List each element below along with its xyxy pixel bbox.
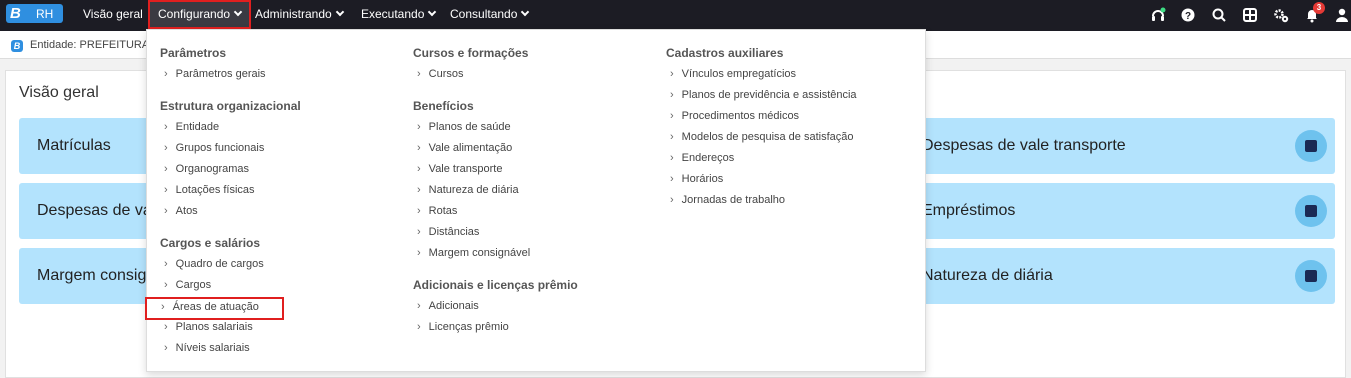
nav-label: Visão geral: [83, 7, 143, 21]
menu-item[interactable]: Rotas: [417, 205, 458, 217]
logo-label: RH: [36, 7, 54, 21]
top-navbar: B RH Visão geral Configurando Administra…: [0, 0, 1351, 31]
page-title: Visão geral: [19, 84, 99, 101]
menu-item[interactable]: Modelos de pesquisa de satisfação: [670, 131, 854, 143]
menu-item[interactable]: Quadro de cargos: [164, 258, 264, 270]
entity-label[interactable]: Entidade: PREFEITURA D: [30, 39, 160, 51]
menu-item[interactable]: Adicionais: [417, 300, 479, 312]
card-label: Despesas de vale transporte: [922, 137, 1126, 154]
menu-item[interactable]: Vale alimentação: [417, 142, 513, 154]
section-parametros: Parâmetros: [160, 46, 227, 60]
menu-item[interactable]: Horários: [670, 173, 724, 185]
settings-icon[interactable]: [1273, 7, 1289, 23]
menu-item[interactable]: Planos de previdência e assistência: [670, 89, 857, 101]
menu-item[interactable]: Organogramas: [164, 163, 249, 175]
app-logo[interactable]: B RH: [6, 4, 63, 23]
section-estrutura-organizacional: Estrutura organizacional: [160, 99, 301, 113]
section-cadastros-auxiliares: Cadastros auxiliares: [666, 46, 784, 60]
card-natureza-diaria[interactable]: Natureza de diária: [886, 248, 1335, 304]
user-icon[interactable]: [1334, 7, 1350, 23]
menu-item[interactable]: Procedimentos médicos: [670, 110, 799, 122]
menu-item[interactable]: Planos salariais: [164, 321, 253, 333]
section-cargos-salarios: Cargos e salários: [160, 236, 261, 250]
nav-label: Configurando: [158, 7, 231, 21]
menu-item[interactable]: Endereços: [670, 152, 735, 164]
chevron-down-icon: [335, 7, 344, 17]
card-emprestimos[interactable]: Empréstimos: [886, 183, 1335, 239]
notification-badge: 3: [1313, 2, 1325, 14]
nav-executando[interactable]: Executando: [361, 0, 437, 27]
nav-consultando[interactable]: Consultando: [450, 0, 530, 27]
apps-icon[interactable]: [1242, 7, 1258, 23]
bus-icon: [1295, 130, 1327, 162]
menu-item[interactable]: Cargos: [164, 279, 211, 291]
headset-icon[interactable]: [1150, 7, 1166, 23]
card-label: Empréstimos: [922, 202, 1016, 219]
money-icon: [1295, 195, 1327, 227]
section-adicionais-licencas: Adicionais e licenças prêmio: [413, 278, 578, 292]
nav-administrando[interactable]: Administrando: [255, 0, 344, 27]
section-cursos-formacoes: Cursos e formações: [413, 46, 529, 60]
chevron-down-icon: [428, 7, 437, 17]
menu-item[interactable]: Parâmetros gerais: [164, 68, 266, 80]
card-label: Natureza de diária: [922, 267, 1053, 284]
menu-item[interactable]: Vínculos empregatícios: [670, 68, 796, 80]
help-icon[interactable]: ?: [1180, 7, 1196, 23]
menu-item[interactable]: Jornadas de trabalho: [670, 194, 785, 206]
nav-label: Administrando: [255, 7, 332, 21]
building-icon: [1295, 260, 1327, 292]
configurando-dropdown: Parâmetros Parâmetros gerais Estrutura o…: [145, 29, 926, 372]
menu-item[interactable]: Cursos: [417, 68, 464, 80]
menu-item[interactable]: Níveis salariais: [164, 342, 250, 354]
card-label: Matrículas: [37, 137, 111, 154]
search-icon[interactable]: [1211, 7, 1227, 23]
menu-item[interactable]: Lotações físicas: [164, 184, 255, 196]
card-despesas-vale-transporte[interactable]: Despesas de vale transporte: [886, 118, 1335, 174]
menu-item[interactable]: Planos de saúde: [417, 121, 511, 133]
nav-label: Consultando: [450, 7, 518, 21]
menu-item[interactable]: Licenças prêmio: [417, 321, 509, 333]
nav-configurando[interactable]: Configurando: [148, 0, 252, 29]
chevron-down-icon: [521, 7, 530, 17]
menu-item[interactable]: Atos: [164, 205, 198, 217]
svg-text:?: ?: [1185, 11, 1191, 22]
menu-item[interactable]: Vale transporte: [417, 163, 503, 175]
menu-item-areas-de-atuacao[interactable]: Áreas de atuação: [145, 297, 284, 320]
card-label: Margem consign: [37, 267, 156, 284]
menu-item[interactable]: Margem consignável: [417, 247, 531, 259]
menu-item[interactable]: Grupos funcionais: [164, 142, 265, 154]
chevron-down-icon: [233, 7, 243, 17]
nav-visao-geral[interactable]: Visão geral: [83, 0, 143, 27]
menu-item[interactable]: Entidade: [164, 121, 219, 133]
menu-item[interactable]: Natureza de diária: [417, 184, 519, 196]
menu-item[interactable]: Distâncias: [417, 226, 480, 238]
entity-icon: B: [11, 40, 23, 52]
logo-letter: B: [10, 5, 21, 22]
section-beneficios: Benefícios: [413, 99, 474, 113]
nav-label: Executando: [361, 7, 425, 21]
